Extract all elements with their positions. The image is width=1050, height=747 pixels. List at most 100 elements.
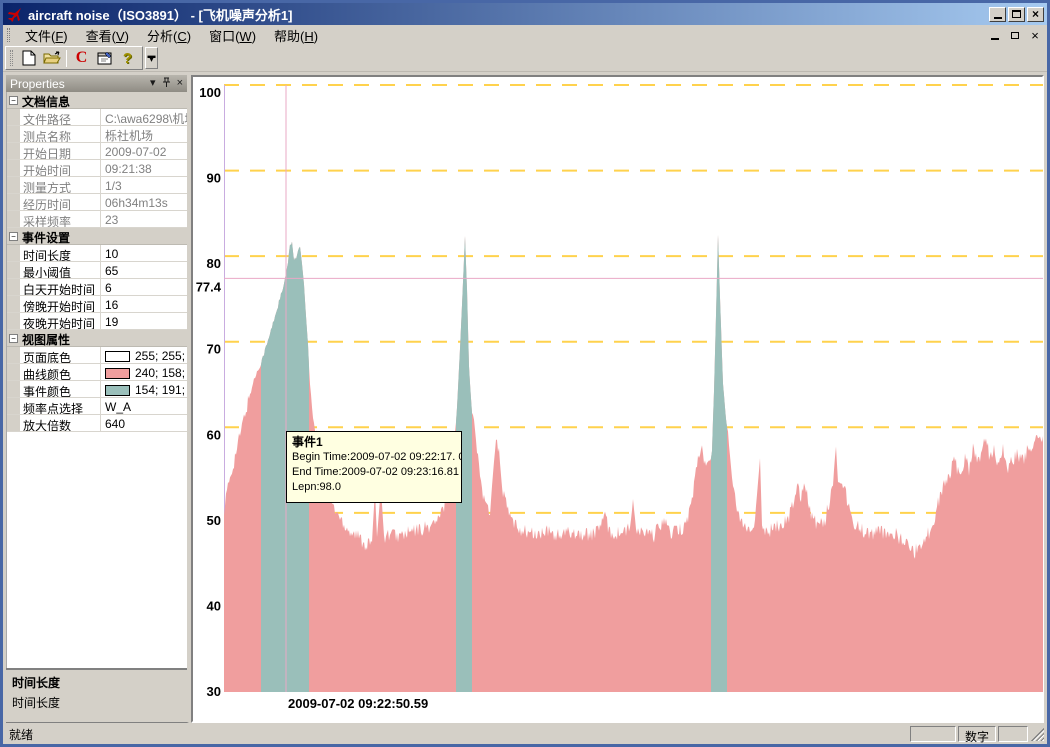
property-label: 开始时间 [20,160,101,176]
event-tooltip: 事件1 Begin Time:2009-07-02 09:22:17. 0 En… [286,431,462,503]
collapse-icon[interactable]: − [9,334,18,343]
property-label: 事件颜色 [20,381,101,397]
menu-item-W[interactable]: 窗口(W) [200,28,265,45]
property-value[interactable]: 154; 191; 18 [101,381,187,397]
new-file-button[interactable] [17,48,40,69]
event-area-3[interactable] [711,235,727,692]
property-row[interactable]: 经历时间06h34m13s [7,194,187,211]
menu-item-C[interactable]: 分析(C) [138,28,200,45]
mdi-close-button[interactable]: × [1027,28,1043,42]
color-swatch [105,351,130,362]
section-header[interactable]: −文档信息 [7,92,187,109]
property-value-text: 09:21:38 [105,162,152,176]
section-header[interactable]: −视图属性 [7,330,187,347]
property-row[interactable]: 开始时间 09:21:38 [7,160,187,177]
help-icon: ? [123,50,132,67]
minimize-icon [994,17,1002,19]
menu-item-H[interactable]: 帮助(H) [265,28,327,45]
property-value-text: 1/3 [105,179,122,193]
maximize-button[interactable] [1008,7,1025,22]
property-row[interactable]: 采样频率23 [7,211,187,228]
property-label: 时间长度 [20,245,101,261]
properties-button[interactable] [93,48,116,69]
property-row[interactable]: 文件路径C:\awa6298\机场 [7,109,187,126]
property-label: 测量方式 [20,177,101,193]
property-value[interactable]: 65 [101,262,187,278]
property-value[interactable]: 19 [101,313,187,329]
property-value[interactable]: 栎社机场 [101,126,187,142]
property-label: 测点名称 [20,126,101,142]
panel-dropdown-icon[interactable]: ▾ [150,78,156,89]
property-value[interactable]: 6 [101,279,187,295]
menu-item-V[interactable]: 查看(V) [77,28,138,45]
property-value[interactable]: 240; 158; 15 [101,364,187,380]
property-row[interactable]: 放大倍数640 [7,415,187,432]
status-cell-num: 数字 [958,726,996,742]
properties-icon [97,51,113,66]
toolbar-overflow-button[interactable]: ▬▾ [145,47,158,69]
open-file-button[interactable] [40,48,63,69]
property-row[interactable]: 事件颜色 154; 191; 18 [7,381,187,398]
property-value[interactable]: W_A [101,398,187,414]
property-value[interactable]: C:\awa6298\机场 [101,109,187,125]
property-value-text: 6 [105,281,112,295]
property-value[interactable]: 2009-07-02 [101,143,187,159]
collapse-icon[interactable]: − [9,96,18,105]
analyze-c-button[interactable]: C [70,48,93,69]
event-tooltip-begin: Begin Time:2009-07-02 09:22:17. 0 [292,450,456,465]
property-label: 夜晚开始时间 [20,313,101,329]
property-row[interactable]: 夜晚开始时间 19 [7,313,187,330]
status-cell-1 [910,726,956,742]
toolbar-separator [66,50,67,67]
property-value[interactable]: 16 [101,296,187,312]
noise-level-chart[interactable]: 1009080706050403077.42009-07-02 09:22:50… [193,77,1045,721]
panel-close-icon[interactable]: × [177,78,183,89]
status-bar: 就绪 数字 [3,723,1047,744]
property-value[interactable]: 640 [101,415,187,431]
property-label: 开始日期 [20,143,101,159]
y-tick-40: 40 [207,598,221,613]
property-value-text: 154; 191; 18 [135,383,187,397]
menu-items: 文件(F)查看(V)分析(C)窗口(W)帮助(H) [16,26,327,45]
property-value[interactable]: 255; 255; 25 [101,347,187,363]
property-row[interactable]: 白天开始时间 6 [7,279,187,296]
close-button[interactable]: × [1027,7,1044,22]
property-value-text: 65 [105,264,118,278]
panel-pin-icon[interactable] [162,77,171,91]
menu-item-F[interactable]: 文件(F) [16,28,77,45]
toolbar-band: C ? [5,46,143,70]
property-value[interactable]: 23 [101,211,187,227]
new-file-icon [22,50,36,66]
property-row[interactable]: 测量方式 1/3 [7,177,187,194]
property-value[interactable]: 10 [101,245,187,261]
mdi-minimize-button[interactable] [987,28,1003,42]
property-value-text: 19 [105,315,118,329]
menu-bar: 文件(F)查看(V)分析(C)窗口(W)帮助(H) × [3,25,1047,45]
property-value[interactable]: 06h34m13s [101,194,187,210]
property-row[interactable]: 测点名称栎社机场 [7,126,187,143]
property-row[interactable]: 曲线颜色240; 158; 15 [7,364,187,381]
property-row[interactable]: 页面底色255; 255; 25 [7,347,187,364]
section-header[interactable]: −事件设置 [7,228,187,245]
property-value[interactable]: 09:21:38 [101,160,187,176]
property-label: 白天开始时间 [20,279,101,295]
property-value-text: 栎社机场 [105,127,153,143]
y-tick-80: 80 [207,256,221,271]
property-row[interactable]: 频率点选择W_A [7,398,187,415]
property-value[interactable]: 1/3 [101,177,187,193]
property-row[interactable]: 最小阈值65 [7,262,187,279]
property-row[interactable]: 时间长度10 [7,245,187,262]
collapse-icon[interactable]: − [9,232,18,241]
y-tick-50: 50 [207,513,221,528]
property-row[interactable]: 傍晚开始时间16 [7,296,187,313]
mdi-restore-button[interactable] [1007,28,1023,42]
minimize-button[interactable] [989,7,1006,22]
section-title: 视图属性 [20,330,72,346]
property-row[interactable]: 开始日期2009-07-02 [7,143,187,160]
resize-grip[interactable] [1031,728,1044,741]
property-description-text: 时间长度 [12,694,181,711]
property-value-text: C:\awa6298\机场 [105,110,187,126]
help-button[interactable]: ? [116,48,139,69]
property-label: 傍晚开始时间 [20,296,101,312]
cursor-value-label: 77.4 [196,279,222,294]
